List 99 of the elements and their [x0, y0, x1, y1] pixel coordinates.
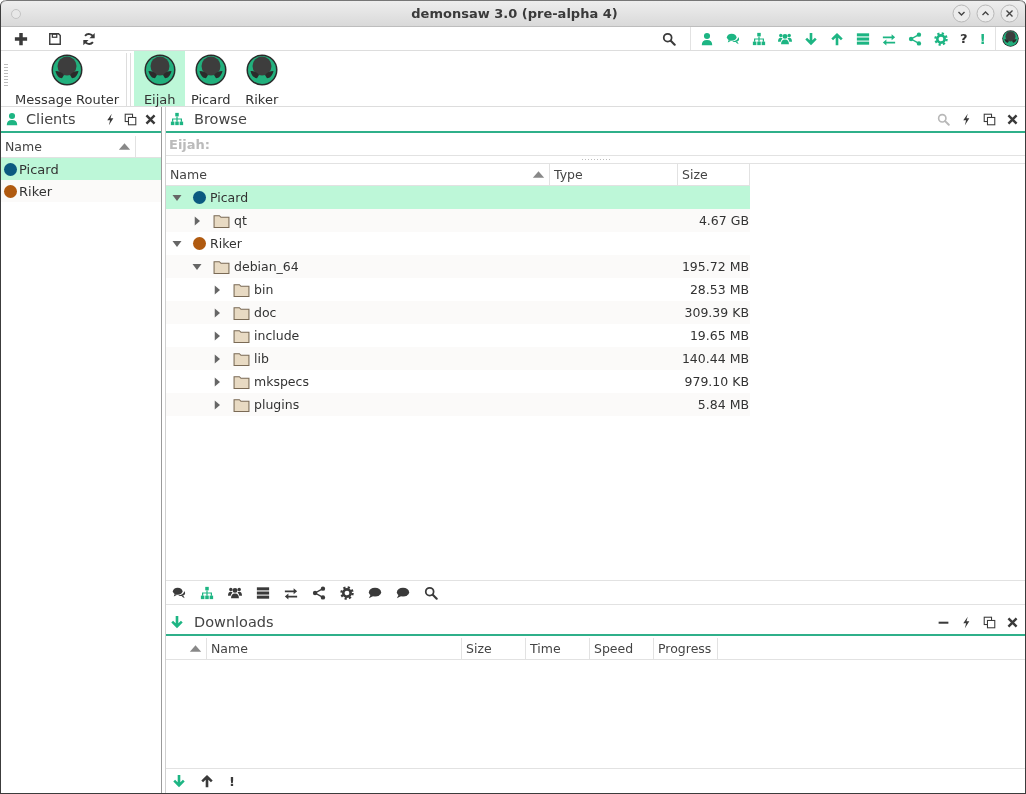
item-name: plugins — [254, 397, 300, 412]
tree-row[interactable]: qt 4.67 GB — [166, 209, 750, 232]
sort-arrow-icon — [532, 168, 545, 181]
item-size: 5.84 MB — [697, 397, 749, 412]
router-tab[interactable]: Riker — [236, 51, 288, 106]
user-icon[interactable] — [700, 31, 715, 46]
column-header[interactable]: Type — [550, 164, 678, 185]
column-header[interactable]: Name — [166, 164, 550, 185]
tree-row[interactable]: Riker — [166, 232, 750, 255]
folder-icon — [213, 258, 230, 275]
close-icon[interactable] — [1006, 112, 1019, 126]
server-icon[interactable] — [256, 585, 270, 600]
group-icon[interactable] — [228, 585, 242, 600]
column-header[interactable]: Progress — [654, 638, 718, 659]
settings-icon[interactable] — [340, 585, 354, 600]
close-icon[interactable] — [144, 112, 157, 126]
item-name: qt — [234, 213, 247, 228]
user-icon — [5, 112, 19, 126]
router-tab[interactable]: Message Router — [11, 51, 124, 106]
copy-icon[interactable] — [983, 112, 996, 126]
tree-row[interactable]: doc 309.39 KB — [166, 301, 750, 324]
panel-title: Browse — [194, 111, 248, 127]
search-icon[interactable] — [424, 585, 438, 600]
hierarchy-icon[interactable] — [200, 585, 214, 600]
refresh-icon[interactable] — [82, 31, 96, 46]
item-size: 4.67 GB — [698, 213, 749, 228]
folder-icon — [233, 281, 250, 298]
close-icon[interactable] — [1006, 615, 1019, 629]
folder-icon — [233, 304, 250, 321]
help-button[interactable]: ? — [960, 31, 968, 46]
item-name: doc — [254, 305, 277, 320]
router-tab[interactable]: Picard — [185, 51, 237, 106]
alert-button[interactable]: ! — [228, 773, 235, 789]
maximize-button[interactable] — [976, 4, 995, 23]
hierarchy-icon[interactable] — [752, 31, 767, 46]
client-name: Picard — [19, 161, 59, 177]
sort-arrow-icon — [189, 642, 202, 655]
panel-title: Clients — [26, 111, 77, 127]
tree-row[interactable]: debian_64 195.72 MB — [166, 255, 750, 278]
item-name: lib — [254, 351, 269, 366]
item-name: include — [254, 328, 300, 343]
item-size: 140.44 MB — [681, 351, 749, 366]
download-arrow-icon — [170, 615, 184, 629]
column-header[interactable]: Name — [1, 136, 136, 157]
search-icon[interactable] — [662, 31, 677, 46]
avatar-icon — [194, 54, 227, 86]
speech-bubble-icon[interactable] — [396, 585, 410, 600]
tree-row[interactable]: plugins 5.84 MB — [166, 393, 750, 416]
tree-row[interactable]: mkspecs 979.10 KB — [166, 370, 750, 393]
item-size: 979.10 KB — [684, 374, 749, 389]
item-size: 195.72 MB — [681, 259, 749, 274]
column-header[interactable]: Size — [678, 164, 750, 185]
item-name: Picard — [210, 190, 249, 205]
chat-icon[interactable] — [172, 585, 186, 600]
item-name: Riker — [210, 236, 242, 251]
window-title: demonsaw 3.0 (pre-alpha 4) — [410, 6, 619, 21]
add-icon[interactable] — [14, 31, 28, 46]
folder-icon — [233, 373, 250, 390]
client-row[interactable]: Riker — [1, 180, 161, 202]
item-name: debian_64 — [234, 259, 299, 274]
avatar-icon — [245, 54, 278, 86]
hierarchy-icon — [170, 112, 184, 126]
copy-icon[interactable] — [983, 615, 996, 629]
folder-icon — [233, 350, 250, 367]
folder-icon — [213, 212, 230, 229]
tree-row[interactable]: Picard — [166, 186, 750, 209]
save-icon[interactable] — [48, 31, 62, 46]
share-icon[interactable] — [312, 585, 326, 600]
item-name: bin — [254, 282, 274, 297]
download-arrow-icon[interactable] — [804, 31, 819, 46]
item-size: 309.39 KB — [684, 305, 749, 320]
client-row[interactable]: Picard — [1, 158, 161, 180]
column-header[interactable]: Time — [526, 638, 590, 659]
avatar-icon — [143, 54, 176, 86]
upload-arrow-icon[interactable] — [200, 774, 214, 788]
sort-arrow-icon — [118, 140, 131, 153]
filter-field[interactable]: Eijah: — [166, 133, 1025, 155]
speech-bubble-icon[interactable] — [368, 585, 382, 600]
avatar-icon[interactable] — [1002, 30, 1019, 47]
client-name: Riker — [19, 183, 53, 199]
splitter-handle[interactable] — [580, 158, 611, 161]
minimize-button[interactable] — [952, 4, 971, 23]
folder-icon — [233, 327, 250, 344]
item-size: 19.65 MB — [689, 328, 749, 343]
folder-icon — [233, 396, 250, 413]
item-size: 28.53 MB — [689, 282, 749, 297]
tree-row[interactable]: lib 140.44 MB — [166, 347, 750, 370]
item-name: mkspecs — [254, 374, 309, 389]
panel-title: Downloads — [194, 614, 275, 630]
router-tab[interactable]: Eijah — [134, 51, 186, 106]
column-header[interactable]: Size — [462, 638, 526, 659]
copy-icon[interactable] — [124, 112, 137, 126]
tree-row[interactable]: bin 28.53 MB — [166, 278, 750, 301]
column-header[interactable]: Speed — [590, 638, 654, 659]
column-header[interactable]: Name — [207, 638, 462, 659]
tree-row[interactable]: include 19.65 MB — [166, 324, 750, 347]
avatar-icon — [51, 54, 84, 86]
close-button[interactable] — [1000, 4, 1019, 23]
download-arrow-icon[interactable] — [172, 774, 186, 788]
